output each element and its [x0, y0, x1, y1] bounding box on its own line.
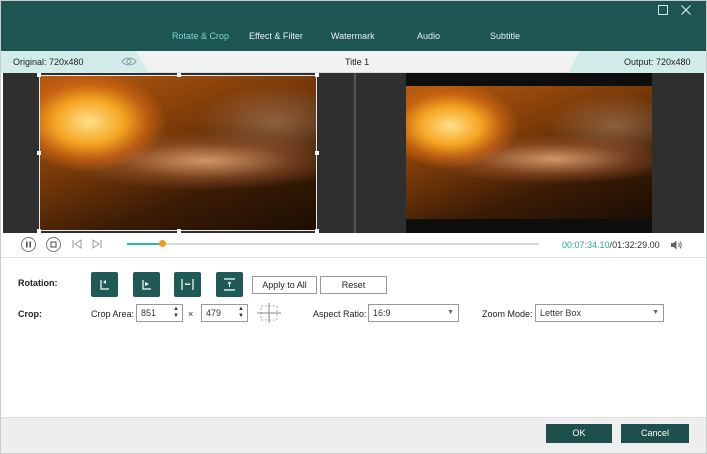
- crop-handle-left[interactable]: [37, 151, 41, 155]
- tab-watermark[interactable]: Watermark: [331, 31, 375, 41]
- ok-button[interactable]: OK: [546, 424, 612, 443]
- progress-knob[interactable]: [159, 240, 167, 247]
- original-size: Original: 720x480: [13, 57, 84, 67]
- title-label: Title 1: [345, 57, 370, 67]
- rotate-right-button[interactable]: [133, 272, 160, 297]
- tab-audio[interactable]: Audio: [417, 31, 440, 41]
- flip-horizontal-button[interactable]: [174, 272, 201, 297]
- crop-width-stepper[interactable]: ▲ ▼: [172, 306, 180, 320]
- crop-height-value: 479: [206, 308, 222, 318]
- prev-frame-icon[interactable]: [72, 239, 84, 250]
- info-row: Original: 720x480 Title 1 Output: 720x48…: [1, 51, 706, 73]
- crop-height-stepper[interactable]: ▲ ▼: [237, 306, 245, 320]
- playback-bar: 00:07:34.10/01:32:29.00: [1, 233, 706, 257]
- rotation-label: Rotation:: [18, 278, 58, 288]
- times-symbol: ×: [188, 309, 194, 319]
- close-icon[interactable]: [679, 4, 693, 18]
- chevron-down-icon: ▼: [652, 309, 659, 316]
- tab-subtitle[interactable]: Subtitle: [490, 31, 520, 41]
- rotate-left-button[interactable]: [91, 272, 118, 297]
- flip-horizontal-icon: [181, 279, 194, 290]
- crop-handle-top[interactable]: [177, 73, 181, 77]
- crop-height-input[interactable]: 479 ▲ ▼: [201, 304, 248, 322]
- rotate-right-icon: [142, 280, 151, 290]
- crop-width-input[interactable]: 851 ▲ ▼: [136, 304, 183, 322]
- center-crop-icon[interactable]: [257, 303, 281, 323]
- crop-area-label: Crop Area:: [91, 309, 135, 319]
- flip-vertical-button[interactable]: [216, 272, 243, 297]
- pause-button[interactable]: [21, 237, 36, 252]
- aspect-ratio-value: 16:9: [373, 308, 391, 318]
- output-size: Output: 720x480: [624, 57, 691, 67]
- flip-vertical-icon: [224, 278, 235, 291]
- crop-width-value: 851: [141, 308, 157, 318]
- progress-track[interactable]: [127, 240, 539, 247]
- aspect-ratio-select[interactable]: 16:9 ▼: [368, 304, 459, 322]
- settings-panel: Rotation: Apply to All Reset Crop: Crop …: [1, 257, 706, 417]
- output-preview: [356, 73, 704, 233]
- crop-label: Crop:: [18, 309, 42, 319]
- maximize-icon[interactable]: [656, 4, 670, 18]
- volume-icon[interactable]: [670, 239, 683, 251]
- progress-fill: [127, 243, 163, 245]
- crop-handle-right[interactable]: [315, 151, 319, 155]
- cancel-button[interactable]: Cancel: [621, 424, 689, 443]
- total-time: 01:32:29.00: [612, 240, 660, 250]
- apply-to-all-button[interactable]: Apply to All: [252, 276, 317, 294]
- time-display: 00:07:34.10/01:32:29.00: [562, 240, 660, 250]
- crop-box[interactable]: [37, 73, 319, 233]
- original-preview: [3, 73, 353, 233]
- output-video-frame: [406, 73, 652, 233]
- reset-button[interactable]: Reset: [320, 276, 387, 294]
- stop-button[interactable]: [46, 237, 61, 252]
- aspect-ratio-label: Aspect Ratio:: [313, 309, 367, 319]
- tab-effect-filter[interactable]: Effect & Filter: [249, 31, 303, 41]
- next-frame-icon[interactable]: [92, 239, 104, 250]
- tab-rotate-crop[interactable]: Rotate & Crop: [172, 31, 229, 41]
- chevron-down-icon: ▼: [447, 309, 454, 316]
- zoom-mode-select[interactable]: Letter Box ▼: [535, 304, 664, 322]
- zoom-mode-value: Letter Box: [540, 308, 582, 318]
- preview-area: [3, 73, 704, 233]
- crop-handle-tr[interactable]: [315, 73, 319, 77]
- eye-icon[interactable]: [121, 56, 137, 67]
- header-bar: Rotate & Crop Effect & Filter Watermark …: [1, 1, 706, 51]
- zoom-mode-label: Zoom Mode:: [482, 309, 533, 319]
- crop-handle-tl[interactable]: [37, 73, 41, 77]
- current-time: 00:07:34.10: [562, 240, 610, 250]
- rotate-left-icon: [100, 280, 109, 290]
- footer-bar: OK Cancel: [1, 417, 706, 453]
- crop-dialog: Rotate & Crop Effect & Filter Watermark …: [0, 0, 707, 454]
